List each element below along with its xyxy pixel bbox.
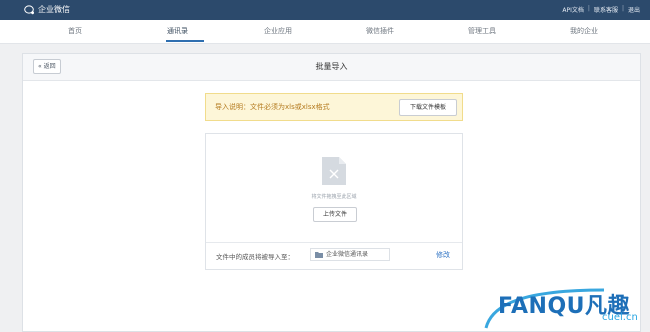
- nav-enterprise-apps[interactable]: 企业应用: [264, 26, 292, 36]
- main-nav: 首页 通讯录 企业应用 微信插件 管理工具 我的企业: [0, 20, 650, 44]
- link-separator: |: [621, 5, 624, 12]
- page-title: 批量导入: [315, 62, 348, 71]
- nav-home[interactable]: 首页: [68, 26, 82, 36]
- folder-icon: [315, 251, 323, 258]
- drop-hint: 将文件拖拽至此区域: [311, 194, 357, 200]
- wechat-work-logo-icon: [24, 4, 34, 14]
- brand-name: 企业微信: [38, 5, 70, 14]
- watermark-sub: cuel.cn: [602, 312, 638, 323]
- brand-logo[interactable]: 企业微信: [24, 4, 70, 15]
- file-placeholder-icon: [322, 157, 346, 185]
- nav-contacts[interactable]: 通讯录: [167, 26, 188, 36]
- active-tab-indicator: [166, 40, 204, 42]
- api-docs-link[interactable]: API文档: [562, 5, 584, 14]
- import-notice: 导入说明：文件必须为xls或xlsx格式 下载文件模板: [205, 93, 463, 121]
- top-links: API文档 | 联系客服 | 退出: [562, 5, 640, 14]
- logout-link[interactable]: 退出: [628, 5, 640, 14]
- link-separator: |: [587, 5, 590, 12]
- nav-admin-tools[interactable]: 管理工具: [468, 26, 496, 36]
- destination-value: 企业微信通讯录: [326, 251, 369, 258]
- watermark: FANQU凡趣 cuel.cn: [484, 276, 650, 330]
- contact-support-link[interactable]: 联系客服: [594, 5, 618, 14]
- notice-text: 导入说明：文件必须为xls或xlsx格式: [215, 103, 330, 111]
- upload-dropzone[interactable]: 将文件拖拽至此区域 上传文件 文件中的成员将被导入至： 企业微信通讯录 修改: [205, 133, 463, 270]
- download-template-button[interactable]: 下载文件模板: [399, 99, 457, 116]
- destination-field: 企业微信通讯录: [310, 248, 390, 261]
- destination-label: 文件中的成员将被导入至：: [216, 253, 294, 261]
- nav-my-enterprise[interactable]: 我的企业: [570, 26, 598, 36]
- edit-destination-link[interactable]: 修改: [436, 250, 450, 260]
- upload-file-button[interactable]: 上传文件: [313, 207, 357, 222]
- top-bar: 企业微信 API文档 | 联系客服 | 退出: [0, 0, 650, 20]
- divider: [206, 242, 462, 243]
- nav-wechat-plugin[interactable]: 微信插件: [366, 26, 394, 36]
- panel-header: « 返回 批量导入: [23, 54, 640, 81]
